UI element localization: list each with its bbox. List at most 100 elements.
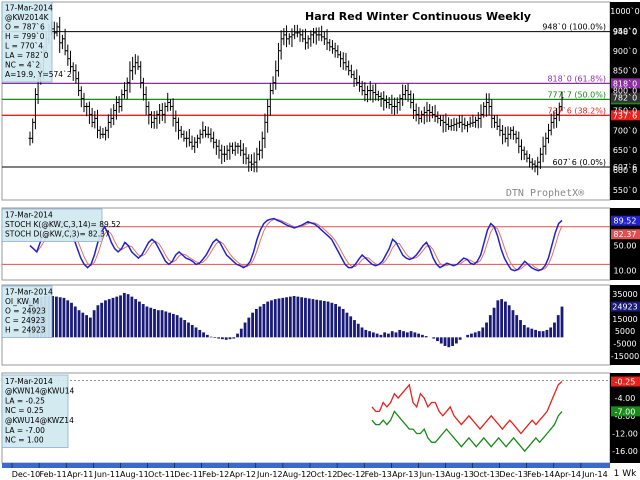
- price-tick-label: 850`0: [613, 66, 637, 76]
- open-interest-bar: [319, 300, 322, 338]
- date-tick-label: Oct-12: [311, 470, 338, 479]
- date-tick-label: Feb-11: [39, 470, 66, 479]
- open-interest-bar: [447, 337, 451, 348]
- spread-tick-label: -12.00: [612, 429, 638, 438]
- date-tick-label: Feb-12: [202, 470, 229, 479]
- info-line: STOCH D(@KW,C,3)= 82.37: [5, 230, 110, 239]
- open-interest-bar: [322, 300, 326, 338]
- open-interest-bar: [409, 331, 413, 338]
- stoch-tick-label: 10.00: [614, 267, 637, 276]
- info-line: O = 787`6: [5, 23, 45, 32]
- open-interest-bar: [100, 302, 104, 338]
- date-tick-label: Aug-12: [283, 470, 312, 479]
- open-interest-bar: [458, 337, 462, 340]
- price-tick-label: 950`0: [613, 26, 637, 36]
- info-line: 17-Mar-2014: [5, 377, 53, 386]
- fib-label: 948`0 (100.0%): [542, 22, 606, 32]
- info-line: LA = -7.00: [5, 426, 45, 435]
- open-interest-bar: [390, 331, 394, 338]
- open-interest-bar: [345, 312, 349, 338]
- open-interest-bar: [326, 301, 330, 338]
- open-interest-bar: [470, 333, 473, 338]
- open-interest-tick-label: 5000: [615, 327, 635, 336]
- open-interest-bar: [254, 308, 258, 338]
- open-interest-bar: [205, 334, 209, 338]
- info-line: C = 24923: [5, 316, 45, 325]
- open-interest-bar: [179, 317, 183, 338]
- date-tick-label: Dec-12: [337, 470, 366, 479]
- stoch-axis: 90.0050.0010.0089.5282.37: [611, 215, 640, 276]
- open-interest-bar: [202, 332, 205, 338]
- open-interest-bar: [315, 299, 319, 338]
- open-interest-bar: [70, 302, 73, 338]
- open-interest-bar: [175, 315, 179, 338]
- open-interest-bar: [341, 308, 345, 338]
- open-interest-bar: [221, 337, 224, 340]
- open-interest-bar: [500, 299, 504, 338]
- open-interest-bar: [545, 329, 549, 338]
- open-interest-bar: [420, 334, 424, 338]
- open-interest-bar: [187, 322, 190, 338]
- open-interest-bar: [364, 329, 368, 338]
- open-interest-bar: [58, 297, 62, 338]
- fib-label: 818`0 (61.8%): [547, 73, 606, 83]
- open-interest-bar: [537, 331, 541, 338]
- spread-tick-label: -16.00: [612, 447, 638, 456]
- date-tick-label: Dec-13: [499, 470, 528, 479]
- open-interest-bar: [88, 317, 92, 338]
- open-interest-bar: [239, 328, 243, 338]
- info-line: 17-Mar-2014: [5, 288, 53, 297]
- price-tick-label: 700`0: [613, 125, 637, 135]
- open-interest-bar: [73, 306, 77, 338]
- open-interest-bar: [492, 307, 496, 338]
- date-tick-label: Apr-14: [555, 470, 581, 479]
- info-line: STOCH K(@KW,C,3,14)= 89.52: [5, 220, 121, 229]
- open-interest-bar: [432, 337, 436, 339]
- price-tick-label: 900`0: [613, 46, 637, 56]
- open-interest-bar: [394, 332, 398, 338]
- open-interest-bar: [488, 315, 492, 338]
- date-tick-label: Jun-12: [256, 470, 283, 479]
- open-interest-bar: [141, 304, 145, 338]
- open-interest-bar: [375, 333, 379, 338]
- fib-label: 777`7 (50.0%): [547, 89, 606, 99]
- spread-badge-text: -7.00: [615, 407, 636, 416]
- info-line: L = 770`4: [5, 42, 43, 51]
- spread-badge-text: -0.25: [615, 378, 636, 387]
- open-interest-bar: [417, 333, 421, 338]
- open-interest-bar: [549, 327, 553, 338]
- open-interest-bar: [81, 312, 85, 338]
- stoch-tick-label: 50.00: [614, 242, 637, 251]
- open-interest-bar: [251, 312, 255, 338]
- open-interest-bar: [553, 322, 556, 338]
- price-tick-label: 800`0: [613, 86, 637, 96]
- open-interest-bar: [209, 336, 213, 338]
- open-interest-bar: [55, 296, 58, 338]
- info-line: 17-Mar-2014: [5, 211, 53, 220]
- date-tick-label: Dec-10: [12, 470, 41, 479]
- open-interest-bar: [477, 331, 481, 338]
- period-label: 1 Wk: [614, 469, 637, 479]
- open-interest-bar: [307, 298, 311, 338]
- date-tick-label: Aug-13: [445, 470, 474, 479]
- open-interest-bar: [190, 325, 194, 338]
- open-interest-bar: [281, 297, 285, 338]
- open-interest-bar: [534, 329, 537, 338]
- stoch-badge-text: 82.37: [614, 230, 637, 239]
- open-interest-bar: [413, 332, 417, 338]
- open-interest-bar: [311, 299, 315, 338]
- open-interest-bar: [145, 306, 149, 338]
- open-interest-bar: [134, 299, 138, 338]
- open-interest-tick-label: -15000: [611, 352, 639, 361]
- open-interest-bar: [258, 306, 262, 338]
- open-interest-bar: [349, 316, 353, 338]
- open-interest-bar: [292, 296, 296, 338]
- open-interest-bar: [126, 294, 130, 338]
- open-interest-bar: [356, 323, 360, 338]
- open-interest-bar: [436, 337, 439, 342]
- open-interest-bar: [300, 297, 304, 338]
- open-interest-bar: [160, 310, 164, 338]
- open-interest-bar: [371, 332, 375, 338]
- open-interest-bar: [560, 306, 564, 338]
- open-interest-bar: [353, 320, 356, 338]
